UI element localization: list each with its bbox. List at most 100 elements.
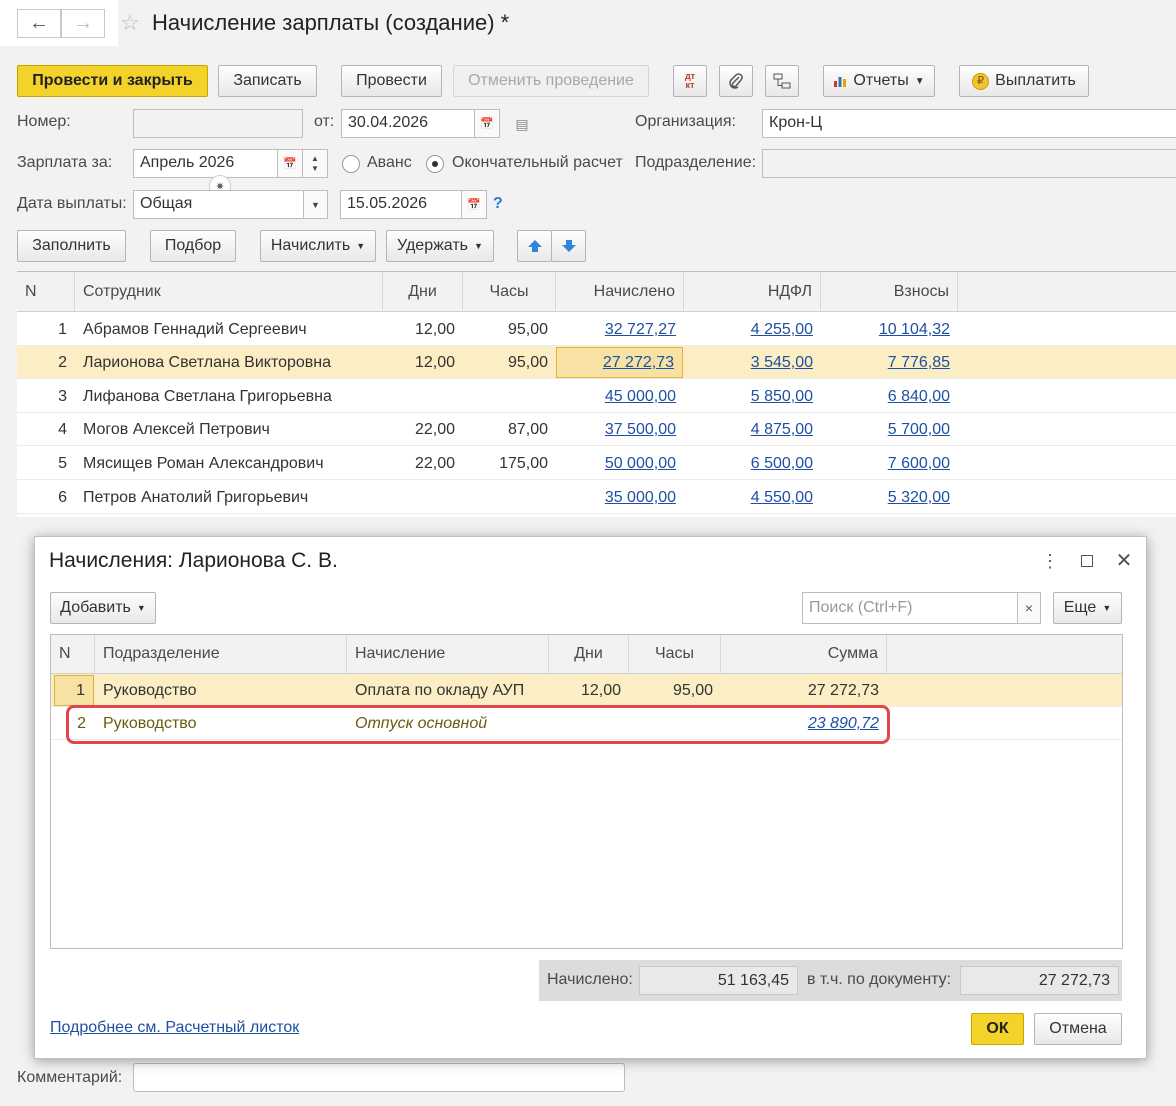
col-ndfl[interactable]: НДФЛ: [684, 272, 821, 312]
withhold-menu-button[interactable]: Удержать ▼: [386, 230, 494, 262]
doc-total-label: в т.ч. по документу:: [807, 971, 952, 988]
search-input[interactable]: Поиск (Ctrl+F): [802, 592, 1018, 624]
cancel-button[interactable]: Отмена: [1034, 1013, 1122, 1045]
organization-field[interactable]: Крон-Ц: [762, 109, 1176, 138]
col-days[interactable]: Дни: [383, 272, 463, 312]
hours-value: 95,00: [672, 682, 713, 699]
table-row[interactable]: 5 Мясищев Роман Александрович 22,00 175,…: [17, 447, 1176, 480]
forward-button[interactable]: →: [61, 9, 105, 38]
payslip-link[interactable]: Подробнее см. Расчетный листок: [50, 1019, 299, 1037]
pay-date-label: Дата выплаты:: [17, 195, 127, 212]
table-row-selected[interactable]: 2 Ларионова Светлана Викторовна 12,00 95…: [17, 346, 1176, 379]
contributions-link[interactable]: 6 840,00: [821, 380, 958, 413]
contributions-link[interactable]: 5 320,00: [821, 481, 958, 514]
col-division[interactable]: Подразделение: [95, 635, 347, 674]
ndfl-link[interactable]: 3 545,00: [684, 346, 821, 379]
ndfl-link[interactable]: 4 550,00: [684, 481, 821, 514]
employee-name: Могов Алексей Петрович: [83, 421, 270, 438]
dt-kt-button[interactable]: дт кт: [673, 65, 707, 97]
table-row[interactable]: 6 Петров Анатолий Григорьевич 35 000,00 …: [17, 481, 1176, 514]
hours-value: 175,00: [499, 455, 548, 472]
accrued-link[interactable]: 32 727,27: [556, 313, 684, 346]
save-button[interactable]: Записать: [218, 65, 317, 97]
accrued-link[interactable]: 37 500,00: [556, 413, 684, 446]
period-spinner[interactable]: ▲ ▼: [302, 149, 328, 178]
back-button[interactable]: ←: [17, 9, 61, 38]
pay-date-calendar-button[interactable]: 📅: [461, 190, 487, 219]
accrue-menu-button[interactable]: Начислить ▼: [260, 230, 376, 262]
col-days[interactable]: Дни: [549, 635, 629, 674]
ndfl-link[interactable]: 4 875,00: [684, 413, 821, 446]
pick-button[interactable]: Подбор: [150, 230, 236, 262]
date-calendar-button[interactable]: 📅: [474, 109, 500, 138]
col-n[interactable]: N: [17, 272, 75, 312]
ndfl-link[interactable]: 6 500,00: [684, 447, 821, 480]
more-vertical-icon[interactable]: ⋮: [1040, 551, 1060, 571]
accrued-link-active[interactable]: 27 272,73: [556, 347, 683, 378]
hours-value: 95,00: [507, 354, 548, 371]
accrued-link[interactable]: 50 000,00: [556, 447, 684, 480]
more-menu-button[interactable]: Еще ▼: [1053, 592, 1122, 624]
col-hours[interactable]: Часы: [463, 272, 556, 312]
list-icon[interactable]: ▤: [512, 114, 532, 134]
col-hours[interactable]: Часы: [629, 635, 721, 674]
accrued-link[interactable]: 45 000,00: [556, 380, 684, 413]
col-employee[interactable]: Сотрудник: [75, 272, 383, 312]
add-menu-button[interactable]: Добавить ▼: [50, 592, 156, 624]
contributions-link[interactable]: 10 104,32: [821, 313, 958, 346]
move-up-button[interactable]: [517, 230, 552, 262]
division-field[interactable]: [762, 149, 1176, 178]
arrow-up-icon: [527, 240, 542, 252]
reports-menu-button[interactable]: Отчеты ▼: [823, 65, 935, 97]
number-field[interactable]: [133, 109, 303, 138]
comment-field[interactable]: [133, 1063, 625, 1092]
col-accrued[interactable]: Начислено: [556, 272, 684, 312]
search-clear-button[interactable]: ×: [1017, 592, 1041, 624]
withhold-label: Удержать: [397, 237, 469, 254]
fill-button[interactable]: Заполнить: [17, 230, 126, 262]
table-row[interactable]: 3 Лифанова Светлана Григорьевна 45 000,0…: [17, 380, 1176, 413]
col-contributions[interactable]: Взносы: [821, 272, 958, 312]
pay-type-dropdown[interactable]: ▼: [303, 190, 328, 219]
date-field[interactable]: 30.04.2026: [341, 109, 475, 138]
ndfl-link[interactable]: 5 850,00: [684, 380, 821, 413]
col-n[interactable]: N: [51, 635, 95, 674]
post-button[interactable]: Провести: [341, 65, 442, 97]
pay-button[interactable]: ₽ Выплатить: [959, 65, 1089, 97]
contributions-link[interactable]: 7 600,00: [821, 447, 958, 480]
col-accrual[interactable]: Начисление: [347, 635, 549, 674]
final-payment-radio[interactable]: [426, 155, 444, 173]
arrow-right-icon: →: [73, 12, 93, 34]
table-row[interactable]: 4 Могов Алексей Петрович 22,00 87,00 37 …: [17, 413, 1176, 446]
advance-label: Аванс: [367, 154, 412, 171]
period-calendar-button[interactable]: 📅: [277, 149, 303, 178]
table-row-selected[interactable]: 1 Руководство Оплата по окладу АУП 12,00…: [51, 674, 1122, 707]
post-and-close-button[interactable]: Провести и закрыть: [17, 65, 208, 97]
accruals-table: N Подразделение Начисление Дни Часы Сумм…: [50, 634, 1123, 949]
chevron-down-icon: ▼: [311, 199, 320, 210]
structure-button[interactable]: [765, 65, 799, 97]
attach-button[interactable]: [719, 65, 753, 97]
favorite-star-icon[interactable]: ☆: [118, 10, 142, 36]
contributions-link[interactable]: 5 700,00: [821, 413, 958, 446]
close-icon[interactable]: ✕: [1113, 549, 1135, 572]
move-down-button[interactable]: [551, 230, 586, 262]
contributions-link[interactable]: 7 776,85: [821, 346, 958, 379]
calendar-icon: 📅: [467, 199, 481, 211]
days-value: 22,00: [414, 421, 455, 438]
help-icon[interactable]: ?: [493, 195, 503, 213]
pay-type-field[interactable]: Общая: [133, 190, 304, 219]
maximize-icon[interactable]: [1077, 551, 1097, 571]
days-value: [383, 481, 463, 514]
col-sum[interactable]: Сумма: [721, 635, 887, 674]
unpost-button[interactable]: Отменить проведение: [453, 65, 649, 97]
ndfl-link[interactable]: 4 255,00: [684, 313, 821, 346]
advance-radio[interactable]: [342, 155, 360, 173]
chevron-down-icon: ▼: [914, 75, 925, 87]
table-row[interactable]: 1 Абрамов Геннадий Сергеевич 12,00 95,00…: [17, 313, 1176, 346]
accrued-link[interactable]: 35 000,00: [556, 481, 684, 514]
salary-period-field[interactable]: Апрель 2026: [133, 149, 278, 178]
pay-date-field[interactable]: 15.05.2026: [340, 190, 462, 219]
ok-button[interactable]: ОК: [971, 1013, 1024, 1045]
employee-name: Абрамов Геннадий Сергеевич: [83, 321, 307, 338]
